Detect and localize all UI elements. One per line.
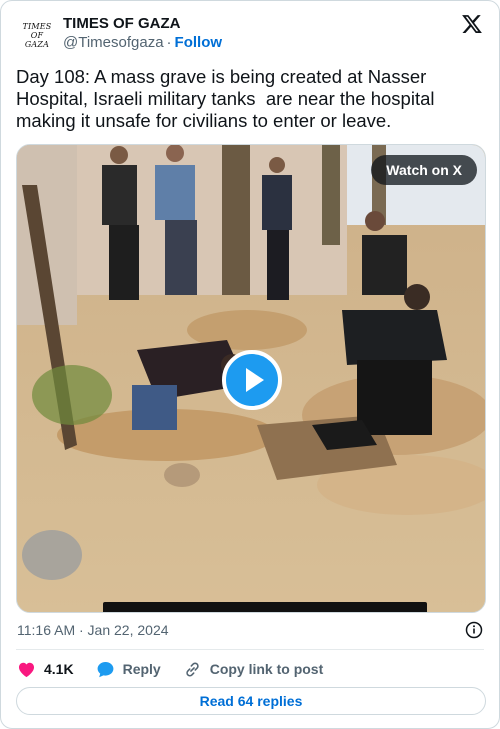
video-caption-strip [103, 602, 427, 612]
copy-link-label: Copy link to post [209, 661, 324, 677]
like-button[interactable]: 4.1K [17, 660, 74, 679]
play-icon [246, 368, 264, 392]
like-count: 4.1K [44, 661, 74, 677]
user-handle[interactable]: @Timesofgaza [63, 34, 164, 51]
heart-icon [18, 662, 35, 677]
display-name[interactable]: TIMES OF GAZA [63, 15, 181, 32]
link-icon [186, 662, 199, 676]
play-button[interactable] [222, 350, 282, 410]
follow-button[interactable]: Follow [175, 34, 223, 51]
divider [16, 649, 484, 650]
post-timestamp[interactable]: 11:16 AM · Jan 22, 2024 [17, 622, 169, 638]
watch-on-x-button[interactable]: Watch on X [371, 155, 477, 185]
info-icon[interactable] [465, 621, 483, 639]
avatar-line-1: TIMES [22, 21, 52, 31]
handle-row: @Timesofgaza · Follow [63, 34, 222, 51]
x-logo-icon[interactable] [461, 13, 483, 35]
reply-label: Reply [122, 661, 161, 677]
video-thumbnail[interactable]: Watch on X [16, 144, 486, 613]
reply-bubble-icon [97, 661, 113, 677]
post-header: TIMES OF GAZA TIMES OF GAZA @Timesofgaza… [17, 13, 483, 53]
reply-button[interactable]: Reply [96, 660, 161, 679]
avatar-line-2: OF [30, 30, 44, 40]
read-replies-button[interactable]: Read 64 replies [16, 687, 486, 715]
post-actions: 4.1K Reply Copy link to post [17, 658, 345, 680]
separator-dot: · [166, 34, 172, 51]
avatar-line-3: GAZA [24, 39, 50, 49]
avatar[interactable]: TIMES OF GAZA [17, 15, 57, 55]
copy-link-button[interactable]: Copy link to post [183, 660, 324, 679]
embedded-post-card: TIMES OF GAZA TIMES OF GAZA @Timesofgaza… [0, 0, 500, 729]
post-text: Day 108: A mass grave is being created a… [16, 66, 440, 131]
